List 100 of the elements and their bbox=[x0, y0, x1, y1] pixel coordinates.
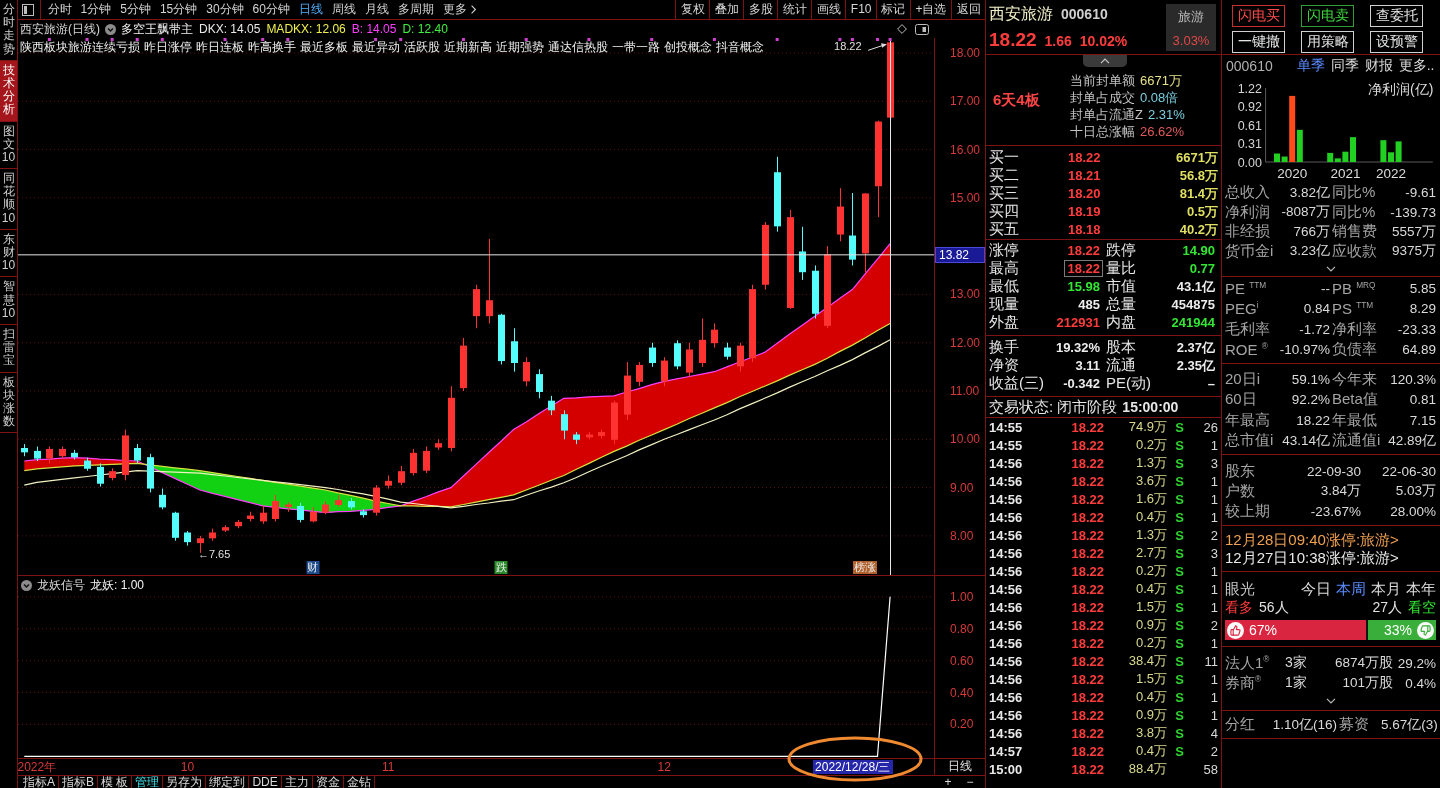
indicator-tab[interactable]: 指标A bbox=[20, 776, 59, 788]
toolbar-button[interactable]: 画线 bbox=[811, 0, 846, 19]
indicator-tab[interactable]: 绑定到 bbox=[206, 776, 250, 788]
signal-marker bbox=[876, 38, 880, 41]
indicator-tab[interactable]: 另存为 bbox=[163, 776, 207, 788]
trade-button[interactable]: 一键撤 bbox=[1232, 31, 1285, 53]
finance-tab[interactable]: 更多.. bbox=[1398, 57, 1435, 75]
diamond-icon[interactable] bbox=[897, 24, 907, 34]
period-tab[interactable]: 分时 bbox=[43, 0, 76, 19]
period-tab[interactable]: 多周期 bbox=[393, 0, 439, 19]
window-icon[interactable] bbox=[915, 23, 929, 35]
indicator-tab[interactable]: 主力 bbox=[281, 776, 313, 788]
indicator-tab[interactable]: 模 板 bbox=[98, 776, 133, 788]
tick-count: 1 bbox=[1210, 491, 1218, 507]
stat-value: 43.1亿 bbox=[1175, 278, 1216, 295]
outlook-tab[interactable]: 本年 bbox=[1406, 579, 1436, 599]
metric-label: Beta值 bbox=[1331, 390, 1376, 410]
toolbar-button[interactable]: +自选 bbox=[910, 0, 951, 19]
stat-value: 485 bbox=[1077, 296, 1101, 313]
layout-icon[interactable] bbox=[22, 4, 34, 16]
outlook-tab[interactable]: 本周 bbox=[1336, 579, 1366, 599]
outlook-tab[interactable]: 今日 bbox=[1301, 579, 1331, 599]
indicator-name[interactable]: 多空王飘带主 bbox=[121, 20, 193, 38]
indicator-tab[interactable]: 管理 bbox=[132, 776, 164, 788]
signal-marker bbox=[587, 38, 591, 41]
metric-value: 120.3% bbox=[1390, 371, 1436, 387]
concept-tag[interactable]: 抖音概念 bbox=[716, 40, 764, 54]
expand-chevron-icon[interactable] bbox=[1326, 265, 1336, 272]
axis-label: 9.00 bbox=[950, 480, 974, 495]
chevron-right-icon[interactable] bbox=[471, 5, 477, 14]
indicator-tab[interactable]: 指标B bbox=[59, 776, 99, 788]
trade-button[interactable]: 闪电卖 bbox=[1301, 5, 1354, 27]
concept-tag[interactable]: 陕西板块旅游连续亏损 bbox=[20, 40, 140, 54]
metric-value: 5.67亿(3) bbox=[1381, 715, 1438, 734]
period-tab[interactable]: 5分钟 bbox=[115, 0, 156, 19]
signal-marker bbox=[712, 38, 716, 41]
axis-label: 13.00 bbox=[950, 287, 981, 302]
period-tab[interactable]: 1分钟 bbox=[76, 0, 116, 19]
stat-label: 内盘 bbox=[1105, 313, 1137, 332]
period-tab[interactable]: 15分钟 bbox=[155, 0, 202, 19]
period-tab[interactable]: 更多 bbox=[438, 0, 472, 19]
trade-button[interactable]: 用策略 bbox=[1301, 31, 1354, 53]
zoom-in-button[interactable]: + bbox=[937, 776, 959, 788]
indicator-tab[interactable]: 金钻 bbox=[343, 776, 375, 788]
toolbar-button[interactable]: 叠加 bbox=[709, 0, 744, 19]
concept-tag[interactable]: 通达信热股 bbox=[548, 40, 608, 54]
period-tab[interactable]: 周线 bbox=[327, 0, 361, 19]
outlook-tab[interactable]: 本月 bbox=[1371, 579, 1401, 599]
concept-tag[interactable]: 一带一路 bbox=[612, 40, 660, 54]
concept-tag[interactable]: 活跃股 bbox=[404, 40, 440, 54]
indicator-tab[interactable]: 资金 bbox=[312, 776, 344, 788]
concept-tag[interactable]: 昨日涨停 bbox=[144, 40, 192, 54]
period-tab[interactable]: 月线 bbox=[360, 0, 394, 19]
period-tab[interactable]: 30分钟 bbox=[201, 0, 249, 19]
concept-tag[interactable]: 创投概念 bbox=[664, 40, 712, 54]
sector-button[interactable]: 旅游 3.03% bbox=[1166, 4, 1216, 51]
metric-label: 年最低 bbox=[1331, 410, 1376, 430]
finance-tab[interactable]: 财报 bbox=[1364, 57, 1393, 75]
news-link[interactable]: 12月28日09:40涨停:旅游> bbox=[1222, 531, 1440, 549]
side-tab[interactable]: 同花顺10 bbox=[0, 169, 17, 230]
tick-side: S bbox=[1175, 653, 1184, 669]
toolbar-button[interactable]: 统计 bbox=[777, 0, 812, 19]
stock-code: 000610 bbox=[1061, 6, 1108, 22]
concept-tag[interactable]: 昨日连板 bbox=[196, 40, 244, 54]
collapse-tab[interactable] bbox=[1083, 55, 1127, 67]
toolbar-button[interactable]: F10 bbox=[845, 0, 876, 19]
chevron-down-icon[interactable] bbox=[21, 579, 32, 591]
news-link[interactable]: 12月27日10:38涨停:旅游> bbox=[1222, 549, 1440, 567]
zoom-out-button[interactable]: − bbox=[959, 776, 981, 788]
toolbar-button[interactable]: 多股 bbox=[743, 0, 778, 19]
chevron-down-icon[interactable] bbox=[105, 23, 116, 35]
seal-value: 2.31% bbox=[1147, 107, 1185, 122]
toolbar-button[interactable]: 标记 bbox=[876, 0, 910, 19]
finance-tab[interactable]: 同季 bbox=[1330, 57, 1359, 75]
tick-side: S bbox=[1175, 635, 1184, 651]
period-tab[interactable]: 日线 bbox=[294, 0, 328, 19]
toolbar-button[interactable]: 返回 bbox=[951, 0, 985, 19]
toolbar-button[interactable]: 复权 bbox=[675, 0, 710, 19]
concept-tag[interactable]: 近期新高 bbox=[444, 40, 492, 54]
tick-side: S bbox=[1175, 617, 1184, 633]
finance-tab[interactable]: 单季 bbox=[1296, 57, 1325, 75]
candlestick bbox=[661, 356, 668, 387]
side-tab[interactable]: 分时走势 bbox=[0, 0, 17, 61]
axis-label: 18.00 bbox=[950, 45, 981, 60]
order-volume: 40.2万 bbox=[1179, 220, 1218, 239]
axis-label: 0.31 bbox=[1237, 136, 1262, 151]
trade-button[interactable]: 设预警 bbox=[1370, 31, 1423, 53]
trade-button[interactable]: 查委托 bbox=[1370, 5, 1423, 27]
expand-chevron-icon[interactable] bbox=[1326, 697, 1336, 704]
tick-price: 18.22 bbox=[1071, 473, 1104, 489]
side-tab[interactable]: 技术分析 bbox=[0, 60, 17, 122]
side-tab[interactable]: 智慧10 bbox=[0, 277, 17, 325]
metric-label: 总市值i bbox=[1225, 431, 1275, 451]
concept-tag[interactable]: 近期强势 bbox=[496, 40, 544, 54]
concept-tag[interactable]: 最近多板 bbox=[300, 40, 348, 54]
concept-tag[interactable]: 最近异动 bbox=[352, 40, 400, 54]
trade-button[interactable]: 闪电买 bbox=[1232, 5, 1285, 27]
period-tab[interactable]: 60分钟 bbox=[248, 0, 295, 19]
indicator-tab[interactable]: DDE bbox=[249, 776, 282, 788]
concept-tag[interactable]: 昨高换手 bbox=[248, 40, 296, 54]
